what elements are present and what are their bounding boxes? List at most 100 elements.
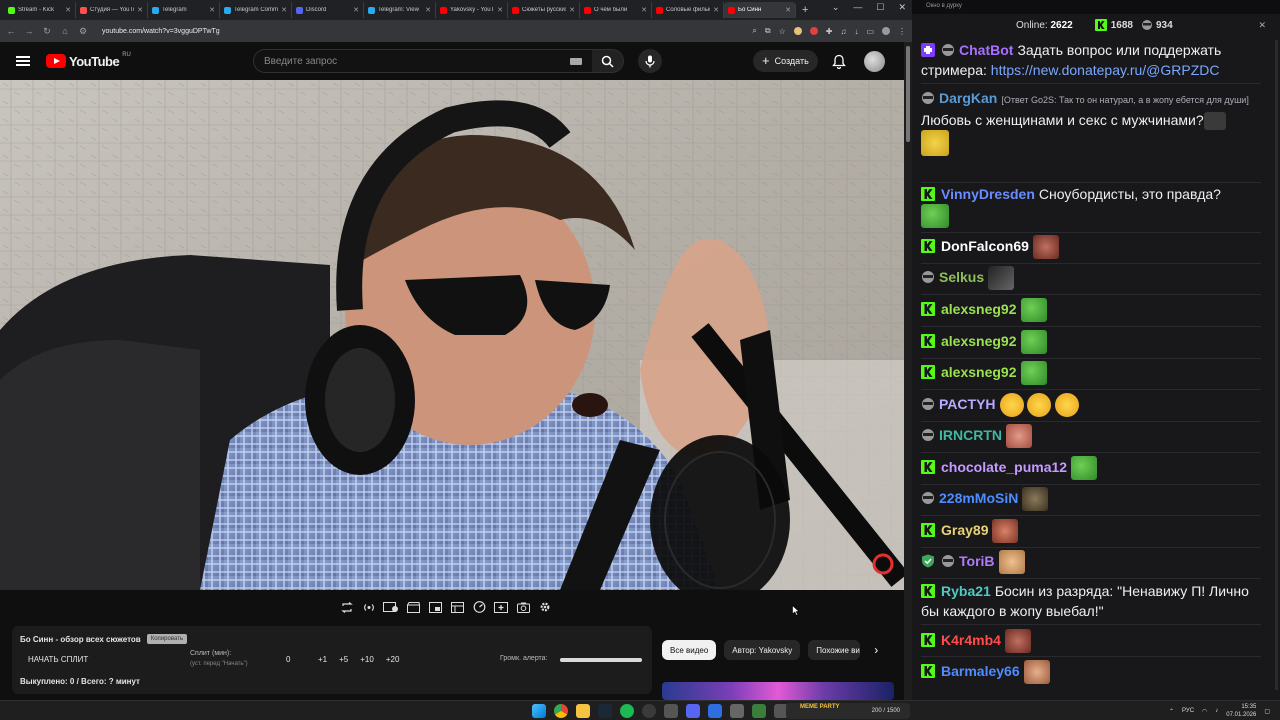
chat-username[interactable]: PACTYH	[939, 396, 996, 412]
video-player[interactable]	[0, 80, 904, 590]
reload-icon[interactable]: ↻	[42, 26, 52, 37]
settings-gear-icon[interactable]	[537, 600, 553, 614]
chat-username[interactable]: alexsneg92	[941, 301, 1017, 317]
wifi-icon[interactable]: ◠	[1202, 708, 1207, 715]
minimize-icon[interactable]: —	[853, 2, 862, 13]
tab-close-icon[interactable]: ✕	[785, 6, 791, 14]
browser-tab[interactable]: Telegram ✕	[148, 2, 220, 18]
split-plus-10-button[interactable]: +10	[360, 655, 374, 664]
tab-close-icon[interactable]: ✕	[713, 6, 719, 14]
clapperboard-icon[interactable]	[405, 600, 421, 614]
maximize-icon[interactable]: ☐	[876, 2, 884, 13]
voice-search-button[interactable]	[638, 49, 662, 73]
tab-close-icon[interactable]: ✕	[641, 6, 647, 14]
browser-tab[interactable]: Telegram Comments✕	[220, 2, 292, 18]
add-clip-icon[interactable]	[493, 600, 509, 614]
file-explorer-icon[interactable]	[576, 704, 590, 718]
chat-scrollbar[interactable]	[1275, 40, 1278, 690]
tab-close-icon[interactable]: ✕	[497, 6, 503, 14]
chat-username[interactable]: ToriB	[959, 553, 995, 569]
clock[interactable]: 15:35 07.01.2026	[1226, 703, 1256, 719]
steam-icon[interactable]	[598, 704, 612, 718]
chat-username[interactable]: DonFalcon69	[941, 238, 1029, 254]
browser-tab[interactable]: Discord ✕	[292, 2, 364, 18]
chat-username[interactable]: ChatBot	[959, 42, 1013, 58]
tab-close-icon[interactable]: ✕	[425, 6, 431, 14]
chevron-right-icon[interactable]: ›	[874, 643, 878, 657]
browser-tab[interactable]: Студия — YouTube✕	[76, 2, 148, 18]
youtube-logo[interactable]: YouTube RU	[46, 52, 131, 69]
zoom-icon[interactable]: ⌕	[752, 26, 756, 36]
screen-eye-icon[interactable]	[383, 600, 399, 614]
tab-close-icon[interactable]: ✕	[65, 6, 71, 14]
volume-icon[interactable]: ♪	[1215, 708, 1218, 714]
chip-all-videos[interactable]: Все видео	[662, 640, 717, 660]
broadcast-icon[interactable]	[361, 600, 377, 614]
speed-gauge-icon[interactable]	[471, 600, 487, 614]
account-avatar[interactable]	[864, 51, 885, 72]
chat-username[interactable]: chocolate_puma12	[941, 459, 1067, 475]
new-tab-icon[interactable]: +	[802, 4, 808, 16]
picture-in-picture-icon[interactable]	[427, 600, 443, 614]
downloads-icon[interactable]: ↓	[854, 27, 858, 36]
chip-author[interactable]: Автор: Yakovsky	[724, 640, 801, 660]
split-plus-5-button[interactable]: +5	[339, 655, 348, 664]
chat-username[interactable]: Ryba21	[941, 583, 991, 599]
back-icon[interactable]: ←	[6, 26, 16, 36]
chat-username[interactable]: Gray89	[941, 522, 988, 538]
browser-tab[interactable]: Сюжеты русских ✕	[508, 2, 580, 18]
profile-icon[interactable]	[882, 27, 890, 35]
tab-close-icon[interactable]: ✕	[353, 6, 359, 14]
chat-username[interactable]: VinnyDresden	[941, 186, 1035, 202]
home-icon[interactable]: ⌂	[60, 26, 70, 36]
notifications-bell-icon[interactable]	[832, 54, 846, 69]
media-icon[interactable]: ♫	[840, 27, 846, 36]
split-plus-1-button[interactable]: +1	[318, 655, 327, 664]
page-scrollbar-thumb[interactable]	[906, 46, 910, 142]
url-field[interactable]: youtube.com/watch?v=3vgguDPTwTg	[102, 28, 220, 35]
bookmark-star-icon[interactable]: ☆	[779, 27, 786, 36]
meme-party-widget[interactable]: MEME PARTY 200 / 1500	[786, 703, 910, 719]
menu-hamburger-icon[interactable]	[16, 56, 30, 66]
app-icon[interactable]	[752, 704, 766, 718]
site-info-icon[interactable]: ⚙	[78, 26, 88, 37]
chat-close-icon[interactable]: ✕	[1258, 20, 1266, 31]
split-value[interactable]: 0	[286, 655, 290, 664]
search-button[interactable]	[592, 49, 624, 73]
copy-button[interactable]: Копировать	[146, 634, 188, 644]
browser-tab[interactable]: Stream - Kick ✕	[4, 2, 76, 18]
start-split-button[interactable]: НАЧАТЬ СПЛИТ	[28, 655, 88, 664]
alert-volume-slider[interactable]	[560, 658, 642, 662]
language-indicator[interactable]: РУС	[1182, 708, 1194, 714]
tab-close-icon[interactable]: ✕	[209, 6, 215, 14]
donate-link[interactable]: https://new.donatepay.ru/@GRPZDC	[991, 62, 1220, 78]
extension-icon[interactable]	[793, 27, 802, 35]
split-plus-20-button[interactable]: +20	[386, 655, 400, 664]
obs-icon[interactable]	[642, 704, 656, 718]
chip-similar[interactable]: Похожие видео	[808, 640, 861, 660]
split-icon[interactable]: ▭	[866, 27, 874, 36]
keyboard-icon[interactable]	[570, 58, 582, 65]
search-input[interactable]: Введите запрос	[253, 49, 593, 73]
create-button[interactable]: + Создать	[753, 50, 818, 72]
related-video-thumbnail[interactable]	[662, 682, 894, 700]
chat-username[interactable]: Selkus	[939, 269, 984, 285]
chrome-icon[interactable]	[554, 704, 568, 718]
grid-layout-icon[interactable]	[449, 600, 465, 614]
tab-close-icon[interactable]: ✕	[569, 6, 575, 14]
install-icon[interactable]: ⧉	[765, 26, 771, 36]
close-window-icon[interactable]: ✕	[898, 2, 906, 13]
browser-tab[interactable]: Telegram: View ✕	[364, 2, 436, 18]
media-player-icon[interactable]	[708, 704, 722, 718]
chat-username[interactable]: Barmaley66	[941, 663, 1020, 679]
extension-icon[interactable]	[809, 27, 818, 35]
chat-username[interactable]: K4r4mb4	[941, 632, 1001, 648]
browser-tab[interactable]: О чём были ✕	[580, 2, 652, 18]
windows-start-icon[interactable]	[532, 704, 546, 718]
app-icon[interactable]	[730, 704, 744, 718]
screenshot-camera-icon[interactable]	[515, 600, 531, 614]
menu-icon[interactable]: ⋮	[898, 27, 906, 36]
tab-close-icon[interactable]: ✕	[137, 6, 143, 14]
tab-close-icon[interactable]: ✕	[281, 6, 287, 14]
loop-icon[interactable]	[339, 600, 355, 614]
